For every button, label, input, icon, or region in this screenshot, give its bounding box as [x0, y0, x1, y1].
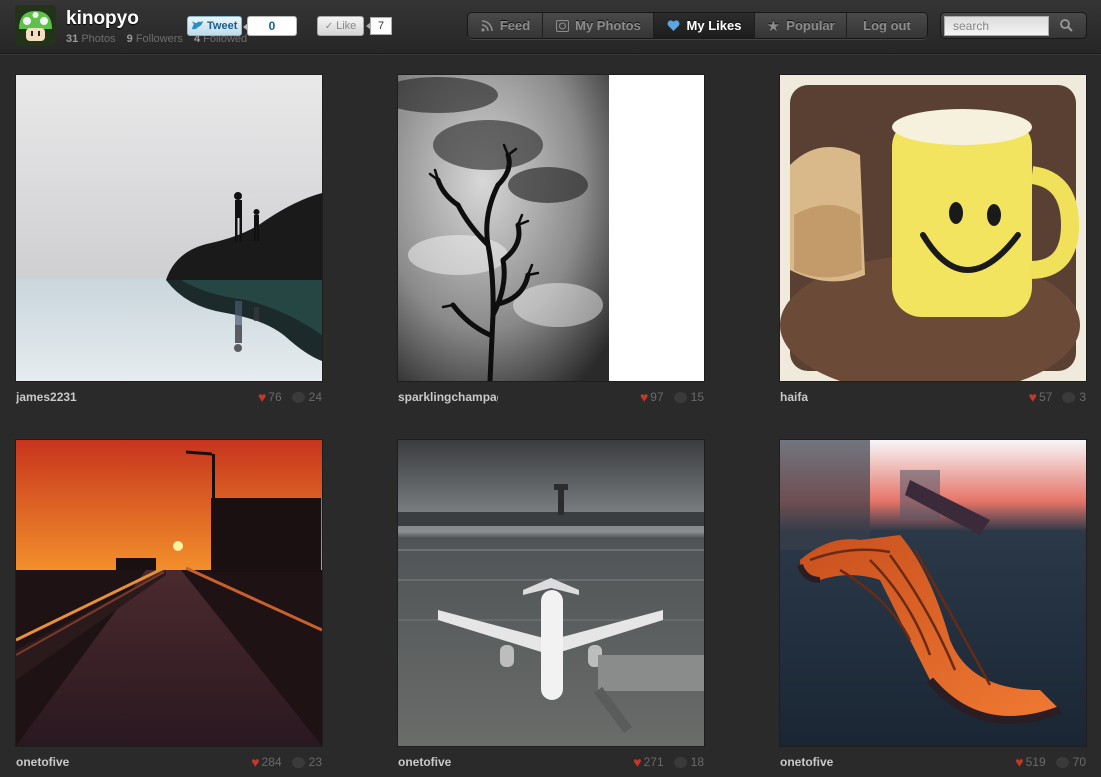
nav-popular[interactable]: ★ Popular	[755, 13, 847, 38]
photo-meta: haifa ♥ 57 3	[780, 389, 1086, 410]
photos-stat[interactable]: 31 Photos	[66, 33, 116, 45]
comment-count: 15	[690, 390, 704, 404]
photo-counts: ♥ 284 23	[251, 754, 322, 770]
photo-card: haifa ♥ 57 3	[780, 75, 1086, 410]
heart-icon[interactable]: ♥	[640, 389, 648, 405]
photo-author[interactable]: james2231	[16, 390, 77, 404]
checkmark-icon: ✓	[324, 20, 334, 32]
search-input[interactable]	[944, 15, 1049, 36]
photo-card: james2231 ♥ 76 24	[16, 75, 322, 410]
photo-meta: onetofive ♥ 271 18	[398, 754, 704, 775]
heart-icon[interactable]: ♥	[1015, 754, 1023, 770]
photo-author[interactable]: onetofive	[780, 755, 833, 769]
comment-bubble-icon[interactable]	[673, 756, 687, 768]
photo-thumbnail[interactable]	[398, 440, 704, 746]
heart-icon	[667, 19, 681, 33]
heart-icon[interactable]: ♥	[633, 754, 641, 770]
comment-bubble-icon[interactable]	[291, 391, 305, 403]
photo-card: onetofive ♥ 271 18	[398, 440, 704, 775]
main-nav: Feed My Photos My Likes ★ Popular Log ou…	[467, 12, 928, 39]
comment-bubble-icon[interactable]	[1062, 391, 1076, 403]
photo-author[interactable]: onetofive	[16, 755, 69, 769]
photo-counts: ♥ 97 15	[640, 389, 704, 405]
comment-count: 23	[308, 755, 322, 769]
photo-counts: ♥ 57 3	[1029, 389, 1086, 405]
photo-author[interactable]: sparklingchampagne	[398, 390, 498, 404]
like-count: 271	[643, 755, 664, 769]
photo-meta: sparklingchampagne ♥ 97 15	[398, 389, 704, 410]
photo-author[interactable]: haifa	[780, 390, 808, 404]
rss-icon	[480, 19, 494, 33]
mushroom-avatar-icon	[15, 5, 56, 46]
photo-card: onetofive ♥ 284 23	[16, 440, 322, 775]
photo-icon	[555, 19, 569, 33]
photo-thumbnail[interactable]	[780, 75, 1086, 381]
photo-thumbnail[interactable]	[16, 75, 322, 381]
tweet-count: 0	[243, 16, 297, 36]
heart-icon[interactable]: ♥	[1029, 389, 1037, 405]
comment-bubble-icon[interactable]	[291, 756, 305, 768]
photo-card: sparklingchampagne ♥ 97 15	[398, 75, 704, 410]
avatar[interactable]	[15, 5, 56, 46]
comment-count: 24	[308, 390, 322, 404]
photo-meta: onetofive ♥ 284 23	[16, 754, 322, 775]
like-count: 57	[1038, 390, 1053, 404]
followers-stat[interactable]: 9 Followers	[127, 33, 183, 45]
twitter-bird-icon	[192, 21, 203, 30]
photo-counts: ♥ 76 24	[258, 389, 322, 405]
tweet-button[interactable]: Tweet	[187, 16, 242, 36]
nav-feed[interactable]: Feed	[468, 13, 543, 38]
photo-meta: onetofive ♥ 519 70	[780, 754, 1086, 775]
comment-bubble-icon[interactable]	[673, 391, 687, 403]
heart-icon[interactable]: ♥	[251, 754, 259, 770]
photo-counts: ♥ 271 18	[633, 754, 704, 770]
photo-meta: james2231 ♥ 76 24	[16, 389, 322, 410]
photo-thumbnail[interactable]	[398, 75, 704, 381]
search-box	[940, 12, 1087, 39]
photo-counts: ♥ 519 70	[1015, 754, 1086, 770]
comment-count: 3	[1079, 390, 1086, 404]
nav-log-out[interactable]: Log out	[847, 13, 927, 38]
photo-thumbnail[interactable]	[16, 440, 322, 746]
photo-card: onetofive ♥ 519 70	[780, 440, 1086, 775]
like-count: 7	[366, 17, 392, 35]
comment-count: 70	[1072, 755, 1086, 769]
comment-count: 18	[690, 755, 704, 769]
like-button[interactable]: ✓ Like	[317, 16, 364, 36]
top-bar: kinopyo 31 Photos 9 Followers 4 Followed…	[0, 0, 1101, 54]
photo-author[interactable]: onetofive	[398, 755, 451, 769]
like-count: 519	[1025, 755, 1046, 769]
heart-icon[interactable]: ♥	[258, 389, 266, 405]
search-icon	[1059, 19, 1073, 32]
username[interactable]: kinopyo	[66, 8, 139, 30]
comment-bubble-icon[interactable]	[1055, 756, 1069, 768]
star-icon: ★	[766, 17, 781, 35]
like-count: 97	[650, 390, 664, 404]
like-count: 76	[268, 390, 282, 404]
nav-my-likes[interactable]: My Likes	[654, 13, 755, 38]
nav-my-photos[interactable]: My Photos	[543, 13, 654, 38]
photo-thumbnail[interactable]	[780, 440, 1086, 746]
like-count: 284	[261, 755, 282, 769]
search-button[interactable]	[1049, 15, 1083, 36]
